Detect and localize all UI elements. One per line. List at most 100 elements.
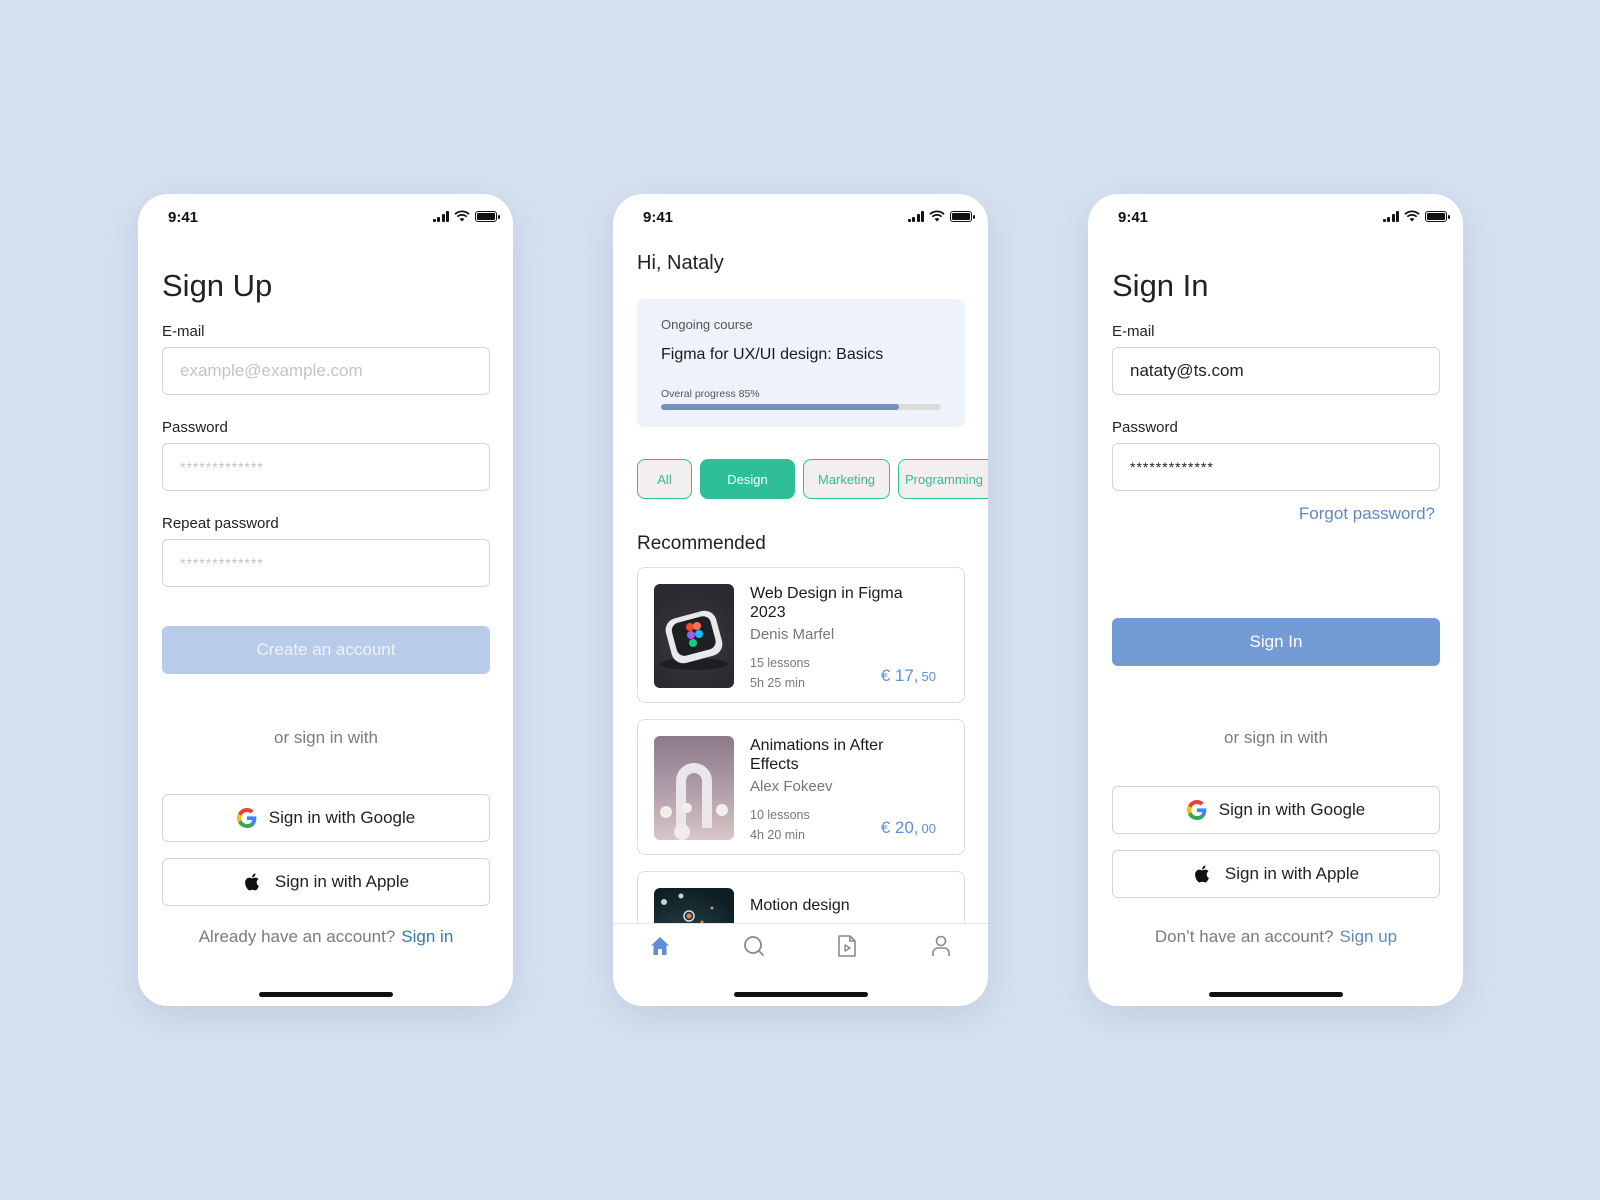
signup-screen: 9:41 Sign Up E-mail Password Repeat pass… [138, 194, 513, 1006]
course-lessons: 10 lessons [750, 808, 810, 822]
or-sign-in-with-text: or sign in with [274, 728, 378, 747]
signal-icon [907, 210, 924, 222]
signup-prompt-text: Don’t have an account? [1154, 927, 1334, 946]
google-sign-in-button[interactable]: Sign in with Google [1112, 786, 1440, 834]
google-icon [1186, 800, 1207, 820]
course-card[interactable]: Web Design in Figma 2023 Denis Marfel 15… [637, 567, 965, 703]
video-file-icon [838, 935, 857, 957]
google-button-label: Sign in with Google [1218, 800, 1366, 819]
status-time: 9:41 [643, 208, 674, 226]
apple-sign-in-button[interactable]: Sign in with Apple [162, 858, 490, 906]
chip-all[interactable]: All [637, 459, 692, 499]
ongoing-course-card[interactable]: Ongoing course Figma for UX/UI design: B… [637, 299, 965, 427]
search-icon [743, 936, 764, 956]
course-thumbnail [654, 584, 734, 688]
repeat-password-input[interactable] [162, 539, 490, 587]
email-input[interactable] [1112, 347, 1440, 395]
arch-illustration-icon [660, 763, 728, 840]
chip-marketing[interactable]: Marketing [803, 459, 890, 499]
ongoing-course-title: Figma for UX/UI design: Basics [661, 346, 884, 363]
battery-icon [475, 210, 500, 222]
battery-icon [950, 210, 975, 222]
email-label: E-mail [1112, 323, 1155, 340]
signin-prompt-text: Already have an account? [198, 927, 396, 946]
greeting: Hi, Nataly [637, 252, 724, 274]
chip-programming[interactable]: Programming [898, 459, 988, 499]
status-bar: 9:41 [613, 194, 988, 238]
apple-button-label: Sign in with Apple [1224, 864, 1360, 883]
google-button-label: Sign in with Google [268, 808, 416, 827]
progress-fill [661, 404, 899, 410]
signin-screen: 9:41 Sign In E-mail Password Forgot pass… [1088, 194, 1463, 1006]
status-bar: 9:41 [138, 194, 513, 238]
course-duration: 5h 25 min [750, 676, 805, 690]
signin-prompt: Already have an account? Sign in [162, 927, 490, 947]
password-input[interactable] [1112, 443, 1440, 491]
repeat-password-label: Repeat password [162, 515, 279, 532]
home-indicator [1208, 992, 1343, 997]
google-icon [236, 808, 257, 828]
progress-label: Overal progress 85% [661, 388, 760, 400]
price-main: € 17, [880, 666, 919, 685]
status-time: 9:41 [168, 208, 199, 226]
course-title: Motion design [750, 897, 850, 914]
signal-icon [432, 210, 449, 222]
wifi-icon [454, 210, 470, 222]
tab-search[interactable] [734, 932, 774, 960]
battery-icon [1425, 210, 1450, 222]
apple-icon [245, 873, 259, 891]
apple-sign-in-button[interactable]: Sign in with Apple [1112, 850, 1440, 898]
page-title: Sign In [1112, 268, 1209, 303]
wifi-icon [929, 210, 945, 222]
wifi-icon [1404, 210, 1420, 222]
price-main: € 20, [880, 818, 919, 837]
status-time: 9:41 [1118, 208, 1149, 226]
course-lessons: 15 lessons [750, 656, 810, 670]
home-screen: 9:41 Hi, Nataly Ongoing course Figma for… [613, 194, 988, 1006]
category-chips: All Design Marketing Programming [637, 459, 988, 499]
signup-link[interactable]: Sign up [1339, 927, 1397, 946]
status-bar: 9:41 [1088, 194, 1463, 238]
course-duration: 4h 20 min [750, 828, 805, 842]
profile-icon [932, 935, 950, 956]
page-title: Sign Up [162, 268, 273, 303]
create-account-button[interactable]: Create an account [162, 626, 490, 674]
price-cents: 00 [921, 821, 936, 836]
course-thumbnail [654, 736, 734, 840]
email-label: E-mail [162, 323, 205, 340]
home-icon [650, 937, 669, 955]
tab-profile[interactable] [921, 932, 961, 960]
status-icons [432, 210, 500, 222]
tab-courses[interactable] [827, 932, 867, 960]
sign-in-button[interactable]: Sign In [1112, 618, 1440, 666]
course-price: € 20, 00 [881, 818, 936, 838]
tab-home[interactable] [640, 932, 680, 960]
password-label: Password [162, 419, 228, 436]
home-indicator [258, 992, 393, 997]
progress-bar [661, 404, 941, 410]
chip-design[interactable]: Design [700, 459, 795, 499]
google-sign-in-button[interactable]: Sign in with Google [162, 794, 490, 842]
price-cents: 50 [921, 669, 936, 684]
email-input[interactable] [162, 347, 490, 395]
forgot-password-link[interactable]: Forgot password? [1299, 504, 1435, 524]
apple-button-label: Sign in with Apple [274, 872, 410, 891]
ongoing-label: Ongoing course [661, 317, 753, 332]
status-icons [907, 210, 975, 222]
signup-prompt: Don’t have an account? Sign up [1112, 927, 1440, 947]
course-title: Animations in After Effects [750, 737, 884, 773]
password-input[interactable] [162, 443, 490, 491]
course-price: € 17, 50 [881, 666, 936, 686]
course-title: Web Design in Figma 2023 [750, 585, 903, 621]
status-icons [1382, 210, 1450, 222]
course-author: Denis Marfel [750, 626, 835, 643]
recommended-title: Recommended [637, 533, 766, 554]
course-card[interactable]: Animations in After Effects Alex Fokeev … [637, 719, 965, 855]
figma-logo-icon [660, 610, 728, 670]
or-sign-in-with-text: or sign in with [1224, 728, 1328, 747]
signin-link[interactable]: Sign in [401, 927, 453, 946]
home-indicator [733, 992, 868, 997]
course-author: Alex Fokeev [750, 778, 833, 795]
apple-icon [1195, 865, 1209, 883]
signal-icon [1382, 210, 1399, 222]
